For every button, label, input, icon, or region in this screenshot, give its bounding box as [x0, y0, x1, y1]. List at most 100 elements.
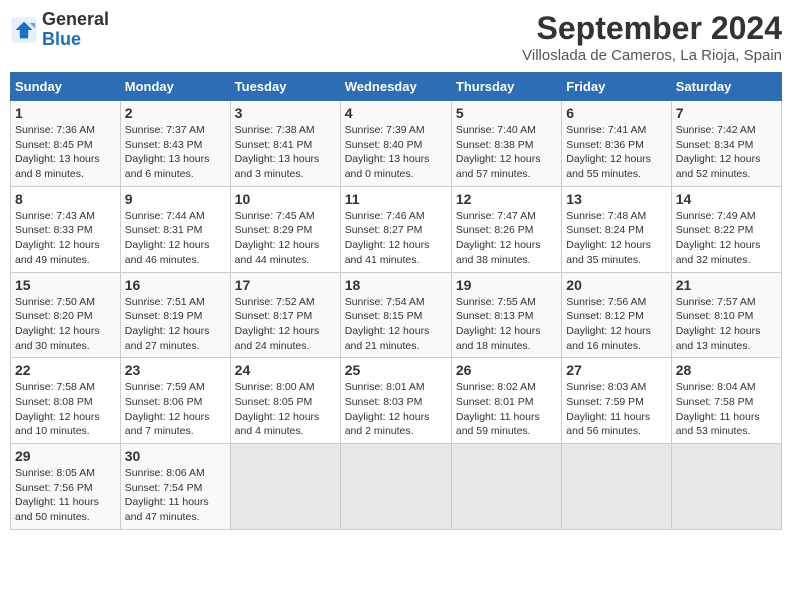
day-number: 20 [566, 277, 666, 293]
day-number: 11 [345, 191, 447, 207]
day-number: 21 [676, 277, 777, 293]
week-row-5: 29 Sunrise: 8:05 AM Sunset: 7:56 PM Dayli… [11, 444, 782, 530]
day-info: Sunrise: 7:47 AM Sunset: 8:26 PM Dayligh… [456, 209, 557, 268]
weekday-header-saturday: Saturday [671, 73, 781, 101]
weekday-header-wednesday: Wednesday [340, 73, 451, 101]
day-number: 2 [125, 105, 226, 121]
title-block: September 2024 Villoslada de Cameros, La… [522, 10, 782, 64]
day-number: 15 [15, 277, 116, 293]
day-info: Sunrise: 8:04 AM Sunset: 7:58 PM Dayligh… [676, 380, 777, 439]
day-cell: 22Sunrise: 7:58 AM Sunset: 8:08 PM Dayli… [11, 358, 121, 444]
day-info: Sunrise: 7:57 AM Sunset: 8:10 PM Dayligh… [676, 295, 777, 354]
day-cell: 25 Sunrise: 8:01 AM Sunset: 8:03 PM Dayli… [340, 358, 451, 444]
day-cell: 18 Sunrise: 7:54 AM Sunset: 8:15 PM Dayli… [340, 272, 451, 358]
day-cell: 15 Sunrise: 7:50 AM Sunset: 8:20 PM Dayli… [11, 272, 121, 358]
day-cell [562, 444, 671, 530]
day-number: 4 [345, 105, 447, 121]
day-number: 26 [456, 362, 557, 378]
day-info: Sunrise: 7:59 AM Sunset: 8:06 PM Dayligh… [125, 380, 226, 439]
day-cell: 5 Sunrise: 7:40 AM Sunset: 8:38 PM Daylig… [451, 101, 561, 187]
day-cell: 6 Sunrise: 7:41 AM Sunset: 8:36 PM Daylig… [562, 101, 671, 187]
day-cell: 30Sunrise: 8:06 AM Sunset: 7:54 PM Dayli… [120, 444, 230, 530]
day-cell [451, 444, 561, 530]
day-cell: 9Sunrise: 7:44 AM Sunset: 8:31 PM Daylig… [120, 186, 230, 272]
day-cell: 20Sunrise: 7:56 AM Sunset: 8:12 PM Dayli… [562, 272, 671, 358]
day-info: Sunrise: 8:06 AM Sunset: 7:54 PM Dayligh… [125, 466, 226, 525]
week-row-3: 15 Sunrise: 7:50 AM Sunset: 8:20 PM Dayli… [11, 272, 782, 358]
day-cell [230, 444, 340, 530]
day-cell: 7 Sunrise: 7:42 AM Sunset: 8:34 PM Daylig… [671, 101, 781, 187]
day-number: 29 [15, 448, 116, 464]
day-number: 5 [456, 105, 557, 121]
day-cell: 2 Sunrise: 7:37 AM Sunset: 8:43 PM Daylig… [120, 101, 230, 187]
day-info: Sunrise: 8:03 AM Sunset: 7:59 PM Dayligh… [566, 380, 666, 439]
day-number: 7 [676, 105, 777, 121]
day-info: Sunrise: 8:00 AM Sunset: 8:05 PM Dayligh… [235, 380, 336, 439]
day-number: 12 [456, 191, 557, 207]
logo-line1: General [42, 10, 109, 30]
weekday-header-monday: Monday [120, 73, 230, 101]
day-info: Sunrise: 7:52 AM Sunset: 8:17 PM Dayligh… [235, 295, 336, 354]
day-info: Sunrise: 7:39 AM Sunset: 8:40 PM Dayligh… [345, 123, 447, 182]
day-info: Sunrise: 7:42 AM Sunset: 8:34 PM Dayligh… [676, 123, 777, 182]
day-number: 3 [235, 105, 336, 121]
day-cell: 19 Sunrise: 7:55 AM Sunset: 8:13 PM Dayli… [451, 272, 561, 358]
day-number: 22 [15, 362, 116, 378]
logo-line2: Blue [42, 30, 109, 50]
day-number: 14 [676, 191, 777, 207]
logo-icon [10, 16, 38, 44]
day-cell: 8 Sunrise: 7:43 AM Sunset: 8:33 PM Daylig… [11, 186, 121, 272]
day-info: Sunrise: 7:36 AM Sunset: 8:45 PM Dayligh… [15, 123, 116, 182]
weekday-header-thursday: Thursday [451, 73, 561, 101]
week-row-1: 1 Sunrise: 7:36 AM Sunset: 8:45 PM Daylig… [11, 101, 782, 187]
day-cell: 17 Sunrise: 7:52 AM Sunset: 8:17 PM Dayli… [230, 272, 340, 358]
day-info: Sunrise: 8:05 AM Sunset: 7:56 PM Dayligh… [15, 466, 116, 525]
day-number: 10 [235, 191, 336, 207]
page-header: General Blue September 2024 Villoslada d… [10, 10, 782, 64]
day-info: Sunrise: 7:41 AM Sunset: 8:36 PM Dayligh… [566, 123, 666, 182]
day-cell [671, 444, 781, 530]
day-number: 13 [566, 191, 666, 207]
day-cell: 11 Sunrise: 7:46 AM Sunset: 8:27 PM Dayli… [340, 186, 451, 272]
day-info: Sunrise: 7:43 AM Sunset: 8:33 PM Dayligh… [15, 209, 116, 268]
month-title: September 2024 [522, 10, 782, 47]
day-number: 1 [15, 105, 116, 121]
day-info: Sunrise: 7:46 AM Sunset: 8:27 PM Dayligh… [345, 209, 447, 268]
day-number: 28 [676, 362, 777, 378]
day-number: 24 [235, 362, 336, 378]
day-cell: 23 Sunrise: 7:59 AM Sunset: 8:06 PM Dayli… [120, 358, 230, 444]
day-number: 8 [15, 191, 116, 207]
day-cell: 10 Sunrise: 7:45 AM Sunset: 8:29 PM Dayli… [230, 186, 340, 272]
day-cell: 28 Sunrise: 8:04 AM Sunset: 7:58 PM Dayli… [671, 358, 781, 444]
weekday-header-row: SundayMondayTuesdayWednesdayThursdayFrid… [11, 73, 782, 101]
day-cell: 24 Sunrise: 8:00 AM Sunset: 8:05 PM Dayli… [230, 358, 340, 444]
day-cell [340, 444, 451, 530]
day-cell: 29 Sunrise: 8:05 AM Sunset: 7:56 PM Dayli… [11, 444, 121, 530]
day-info: Sunrise: 7:40 AM Sunset: 8:38 PM Dayligh… [456, 123, 557, 182]
day-number: 19 [456, 277, 557, 293]
day-number: 9 [125, 191, 226, 207]
day-number: 25 [345, 362, 447, 378]
day-info: Sunrise: 8:02 AM Sunset: 8:01 PM Dayligh… [456, 380, 557, 439]
weekday-header-friday: Friday [562, 73, 671, 101]
day-info: Sunrise: 7:37 AM Sunset: 8:43 PM Dayligh… [125, 123, 226, 182]
day-info: Sunrise: 7:54 AM Sunset: 8:15 PM Dayligh… [345, 295, 447, 354]
day-cell: 12 Sunrise: 7:47 AM Sunset: 8:26 PM Dayli… [451, 186, 561, 272]
day-number: 23 [125, 362, 226, 378]
weekday-header-tuesday: Tuesday [230, 73, 340, 101]
day-info: Sunrise: 7:55 AM Sunset: 8:13 PM Dayligh… [456, 295, 557, 354]
day-number: 6 [566, 105, 666, 121]
day-info: Sunrise: 7:50 AM Sunset: 8:20 PM Dayligh… [15, 295, 116, 354]
day-number: 18 [345, 277, 447, 293]
day-cell: 27Sunrise: 8:03 AM Sunset: 7:59 PM Dayli… [562, 358, 671, 444]
day-info: Sunrise: 7:51 AM Sunset: 8:19 PM Dayligh… [125, 295, 226, 354]
day-number: 17 [235, 277, 336, 293]
day-info: Sunrise: 8:01 AM Sunset: 8:03 PM Dayligh… [345, 380, 447, 439]
day-info: Sunrise: 7:45 AM Sunset: 8:29 PM Dayligh… [235, 209, 336, 268]
day-cell: 1 Sunrise: 7:36 AM Sunset: 8:45 PM Daylig… [11, 101, 121, 187]
week-row-4: 22Sunrise: 7:58 AM Sunset: 8:08 PM Dayli… [11, 358, 782, 444]
weekday-header-sunday: Sunday [11, 73, 121, 101]
day-cell: 26 Sunrise: 8:02 AM Sunset: 8:01 PM Dayli… [451, 358, 561, 444]
location: Villoslada de Cameros, La Rioja, Spain [522, 47, 782, 64]
day-cell: 13Sunrise: 7:48 AM Sunset: 8:24 PM Dayli… [562, 186, 671, 272]
